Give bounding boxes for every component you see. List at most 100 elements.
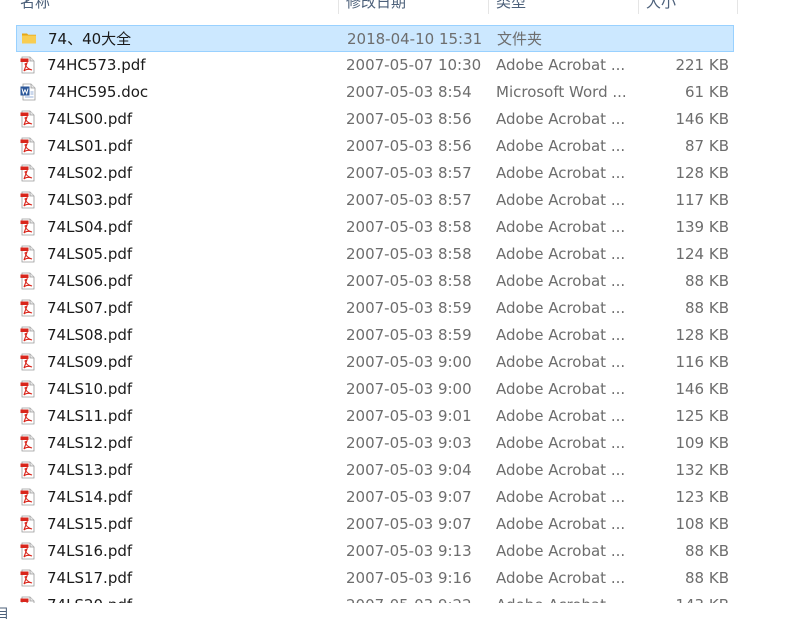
file-size: 123 KB [675, 488, 729, 506]
file-row[interactable]: 74LS14.pdf 2007-05-03 9:07 Adobe Acrobat .… [16, 484, 734, 511]
file-type: Adobe Acrobat ... [496, 299, 626, 317]
file-row[interactable]: 74LS11.pdf 2007-05-03 9:01 Adobe Acrobat .… [16, 403, 734, 430]
file-row[interactable]: 74LS04.pdf 2007-05-03 8:58 Adobe Acrobat .… [16, 214, 734, 241]
file-size: 88 KB [685, 542, 729, 560]
file-type: Adobe Acrobat ... [496, 542, 626, 560]
column-header-size[interactable]: 大小 [646, 0, 676, 13]
file-modified-date: 2007-05-03 9:22 [346, 592, 491, 603]
file-row[interactable]: 74LS20.pdf 2007-05-03 9:22 Adobe Acrobat .… [16, 592, 734, 603]
file-row[interactable]: 74LS15.pdf 2007-05-03 9:07 Adobe Acrobat .… [16, 511, 734, 538]
file-row[interactable]: 74HC595.doc 2007-05-03 8:54 Microsoft Word… [16, 79, 734, 106]
file-row[interactable]: 74LS08.pdf 2007-05-03 8:59 Adobe Acrobat .… [16, 322, 734, 349]
file-name: 74LS13.pdf [47, 461, 133, 479]
file-row[interactable]: 74LS05.pdf 2007-05-03 8:58 Adobe Acrobat .… [16, 241, 734, 268]
file-row[interactable]: 74LS06.pdf 2007-05-03 8:58 Adobe Acrobat .… [16, 268, 734, 295]
file-size: 109 KB [675, 434, 729, 452]
file-modified-date: 2007-05-03 9:00 [346, 380, 472, 398]
file-modified-date: 2007-05-03 9:07 [346, 488, 472, 506]
column-header-name[interactable]: 名称 [20, 0, 50, 13]
file-row[interactable]: 74LS00.pdf 2007-05-03 8:56 Adobe Acrobat .… [16, 106, 734, 133]
file-size: 125 KB [675, 407, 729, 425]
file-name: 74LS08.pdf [47, 326, 133, 344]
file-size: 146 KB [675, 110, 729, 128]
file-row[interactable]: 74、40大全 2018-04-10 15:31 文件夹 [16, 25, 734, 52]
file-size: 61 KB [685, 83, 729, 101]
file-name: 74LS02.pdf [47, 164, 133, 182]
pdf-icon [20, 380, 36, 402]
file-type: Adobe Acrobat ... [496, 272, 626, 290]
file-name: 74LS05.pdf [47, 245, 133, 263]
file-size: 143 KB [641, 592, 729, 603]
pdf-icon [20, 245, 36, 267]
pdf-icon [20, 218, 36, 240]
file-type: 文件夹 [497, 30, 543, 48]
file-size: 88 KB [685, 272, 729, 290]
column-header-date[interactable]: 修改日期 [346, 0, 406, 13]
file-type: Adobe Acrobat ... [496, 326, 626, 344]
file-type: Adobe Acrobat ... [496, 110, 626, 128]
file-row[interactable]: 74LS13.pdf 2007-05-03 9:04 Adobe Acrobat .… [16, 457, 734, 484]
pdf-icon [20, 326, 36, 348]
file-name: 74LS06.pdf [47, 272, 133, 290]
pdf-icon [20, 596, 36, 603]
file-size [642, 26, 730, 53]
file-row[interactable]: 74HC573.pdf 2007-05-07 10:30 Adobe Acrobat… [16, 52, 734, 79]
pdf-icon [20, 272, 36, 294]
file-explorer-pane: 名称 修改日期 类型 大小 74、40大全 2018-04-10 15:31 文件夹… [0, 0, 811, 624]
column-divider[interactable] [488, 0, 489, 14]
word-doc-icon [20, 83, 36, 105]
file-type: Adobe Acrobat ... [496, 245, 626, 263]
pdf-icon [20, 191, 36, 213]
file-modified-date: 2007-05-03 8:58 [346, 218, 472, 236]
file-name: 74LS16.pdf [47, 542, 133, 560]
column-divider[interactable] [737, 0, 738, 14]
file-row[interactable]: 74LS01.pdf 2007-05-03 8:56 Adobe Acrobat .… [16, 133, 734, 160]
file-row[interactable]: 74LS10.pdf 2007-05-03 9:00 Adobe Acrobat .… [16, 376, 734, 403]
pdf-icon [20, 515, 36, 537]
file-type: Adobe Acrobat ... [496, 515, 626, 533]
file-type: Adobe Acrobat ... [496, 569, 626, 587]
file-row[interactable]: 74LS03.pdf 2007-05-03 8:57 Adobe Acrobat .… [16, 187, 734, 214]
column-divider[interactable] [338, 0, 339, 14]
file-modified-date: 2018-04-10 15:31 [347, 30, 483, 48]
file-row[interactable]: 74LS07.pdf 2007-05-03 8:59 Adobe Acrobat .… [16, 295, 734, 322]
pdf-icon [20, 542, 36, 564]
pdf-icon [20, 434, 36, 456]
file-type: Adobe Acrobat ... [496, 56, 626, 74]
file-name: 74LS04.pdf [47, 218, 133, 236]
file-modified-date: 2007-05-03 8:57 [346, 191, 472, 209]
column-divider[interactable] [638, 0, 639, 14]
file-size: 146 KB [675, 380, 729, 398]
file-name: 74LS01.pdf [47, 137, 133, 155]
file-size: 88 KB [685, 299, 729, 317]
file-name: 74LS10.pdf [47, 380, 133, 398]
file-row[interactable]: 74LS02.pdf 2007-05-03 8:57 Adobe Acrobat .… [16, 160, 734, 187]
file-size: 124 KB [675, 245, 729, 263]
file-type: Adobe Acrobat ... [496, 191, 626, 209]
file-name: 74LS20.pdf [47, 592, 337, 603]
pdf-icon [20, 353, 36, 375]
file-size: 132 KB [675, 461, 729, 479]
file-modified-date: 2007-05-03 9:04 [346, 461, 472, 479]
file-name: 74HC573.pdf [47, 56, 146, 74]
file-modified-date: 2007-05-03 8:59 [346, 326, 472, 344]
file-type: Adobe Acrobat ... [496, 488, 626, 506]
file-name: 74LS09.pdf [47, 353, 133, 371]
pdf-icon [20, 164, 36, 186]
file-row[interactable]: 74LS12.pdf 2007-05-03 9:03 Adobe Acrobat .… [16, 430, 734, 457]
file-type: Adobe Acrobat ... [496, 218, 626, 236]
file-row[interactable]: 74LS09.pdf 2007-05-03 9:00 Adobe Acrobat .… [16, 349, 734, 376]
file-row[interactable]: 74LS16.pdf 2007-05-03 9:13 Adobe Acrobat .… [16, 538, 734, 565]
column-header-bar: 名称 修改日期 类型 大小 [0, 0, 740, 14]
folder-icon [21, 30, 37, 50]
file-name: 74HC595.doc [47, 83, 149, 101]
file-name: 74LS07.pdf [47, 299, 133, 317]
file-name: 74、40大全 [48, 30, 132, 48]
file-row[interactable]: 74LS17.pdf 2007-05-03 9:16 Adobe Acrobat .… [16, 565, 734, 592]
file-type: Adobe Acrobat ... [496, 164, 626, 182]
file-modified-date: 2007-05-03 8:57 [346, 164, 472, 182]
file-name: 74LS17.pdf [47, 569, 133, 587]
pdf-icon [20, 407, 36, 429]
file-size: 139 KB [675, 218, 729, 236]
column-header-type[interactable]: 类型 [496, 0, 526, 13]
